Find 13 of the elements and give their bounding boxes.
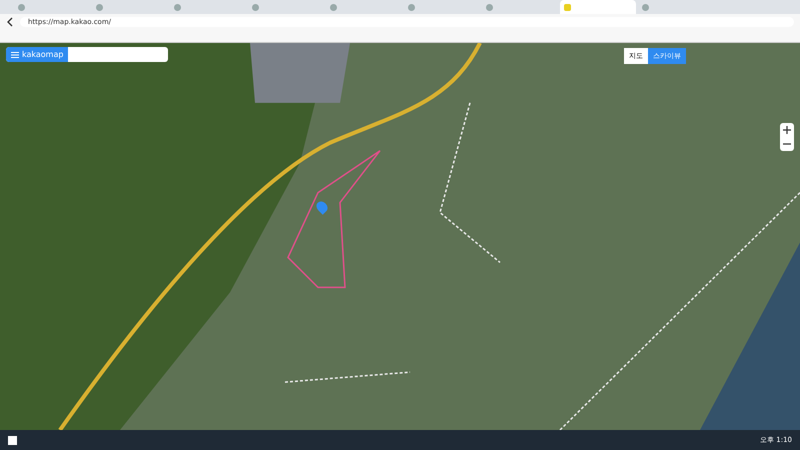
favicon-icon (252, 4, 259, 10)
windows-start-icon[interactable] (8, 436, 17, 444)
browser-tab[interactable] (560, 0, 636, 14)
favicon-icon (408, 4, 415, 10)
zoom-in-button[interactable] (780, 123, 794, 137)
favicon-icon (486, 4, 493, 10)
favicon-icon (330, 4, 337, 10)
favicon-icon (564, 4, 571, 10)
favicon-icon (96, 4, 103, 10)
back-icon[interactable] (6, 17, 14, 27)
favicon-icon (18, 4, 25, 10)
favicon-icon (642, 4, 649, 10)
favicon-icon (174, 4, 181, 10)
